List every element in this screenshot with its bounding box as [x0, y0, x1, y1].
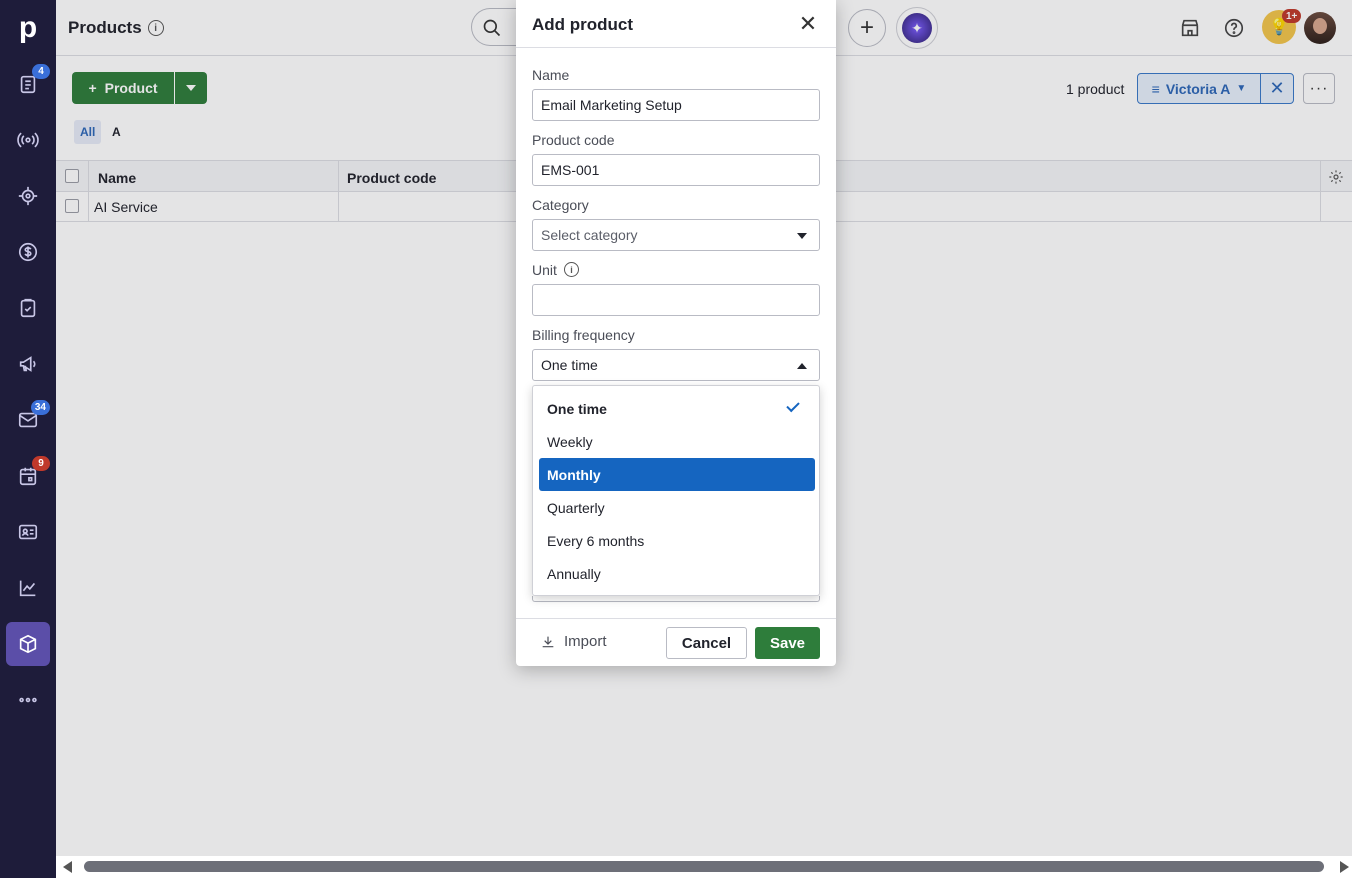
- close-icon: ✕: [798, 11, 818, 36]
- option-label: Quarterly: [547, 499, 605, 516]
- name-input[interactable]: Email Marketing Setup: [532, 89, 820, 121]
- download-icon: [542, 636, 554, 647]
- sidebar-item-deals[interactable]: [6, 230, 50, 274]
- unit-input[interactable]: [532, 284, 820, 316]
- modal-footer: Import Cancel Save: [516, 618, 836, 666]
- modal-header: Add product ✕: [516, 0, 836, 48]
- billing-frequency-value: One time: [541, 357, 598, 373]
- sidebar-item-mail[interactable]: 34: [6, 398, 50, 442]
- option-every-6-months[interactable]: Every 6 months: [539, 524, 815, 557]
- contact-card-icon: [18, 524, 38, 540]
- category-label: Category: [532, 197, 589, 213]
- scroll-right-arrow[interactable]: [1340, 861, 1349, 873]
- save-button[interactable]: Save: [755, 627, 820, 659]
- category-select[interactable]: Select category: [532, 219, 820, 251]
- chevron-down-icon: [797, 233, 807, 239]
- option-monthly[interactable]: Monthly: [539, 458, 815, 491]
- sidebar-item-tasks[interactable]: [6, 286, 50, 330]
- option-one-time[interactable]: One time: [539, 392, 815, 425]
- hidden-field-edge: [532, 596, 820, 602]
- option-quarterly[interactable]: Quarterly: [539, 491, 815, 524]
- dollar-circle-icon: [18, 242, 38, 262]
- info-icon[interactable]: i: [564, 262, 579, 277]
- chart-line-icon: [19, 580, 36, 597]
- sidebar-item-calendar[interactable]: 9: [6, 454, 50, 498]
- category-placeholder: Select category: [541, 227, 638, 243]
- name-label: Name: [532, 67, 570, 83]
- option-weekly[interactable]: Weekly: [539, 425, 815, 458]
- calendar-badge: 9: [32, 456, 50, 471]
- unit-label: Unit: [532, 262, 557, 278]
- sidebar-item-insights[interactable]: [6, 566, 50, 610]
- scroll-left-arrow[interactable]: [63, 861, 72, 873]
- sidebar-item-leads[interactable]: 4: [6, 62, 50, 106]
- pipedrive-logo[interactable]: p: [0, 8, 56, 48]
- import-label: Import: [564, 633, 607, 650]
- sidebar-item-broadcast[interactable]: [6, 118, 50, 162]
- option-label: Weekly: [547, 433, 593, 450]
- mail-badge: 34: [30, 400, 50, 415]
- horizontal-scrollbar[interactable]: [56, 856, 1352, 878]
- close-modal-button[interactable]: ✕: [796, 11, 820, 36]
- product-code-label: Product code: [532, 132, 615, 148]
- chevron-up-icon: [797, 363, 807, 369]
- billing-frequency-dropdown: One time Weekly Monthly Quarterly Every …: [532, 385, 820, 596]
- checkmark-icon: [786, 398, 800, 413]
- broadcast-icon: [17, 132, 39, 148]
- option-label: Annually: [547, 565, 601, 582]
- option-label: Monthly: [547, 466, 601, 483]
- product-code-input[interactable]: EMS-001: [532, 154, 820, 186]
- modal-title: Add product: [532, 15, 634, 34]
- cancel-button[interactable]: Cancel: [666, 627, 747, 659]
- option-label: One time: [547, 400, 607, 417]
- sidebar: p 4 34 9: [0, 0, 56, 878]
- sidebar-item-target[interactable]: [6, 174, 50, 218]
- leads-badge: 4: [32, 64, 50, 79]
- sidebar-item-campaigns[interactable]: [6, 342, 50, 386]
- target-icon: [18, 186, 38, 206]
- scrollbar-thumb[interactable]: [84, 861, 1324, 872]
- sidebar-item-products[interactable]: [6, 622, 50, 666]
- sidebar-item-contacts[interactable]: [6, 510, 50, 554]
- more-horizontal-icon: [19, 697, 37, 703]
- megaphone-icon: [19, 356, 36, 372]
- box-icon: [19, 634, 37, 654]
- billing-frequency-select[interactable]: One time: [532, 349, 820, 381]
- clipboard-check-icon: [20, 298, 36, 318]
- option-annually[interactable]: Annually: [539, 557, 815, 590]
- sidebar-item-more[interactable]: [6, 678, 50, 722]
- billing-frequency-label: Billing frequency: [532, 327, 635, 343]
- option-label: Every 6 months: [547, 532, 645, 549]
- import-button[interactable]: Import: [540, 633, 607, 650]
